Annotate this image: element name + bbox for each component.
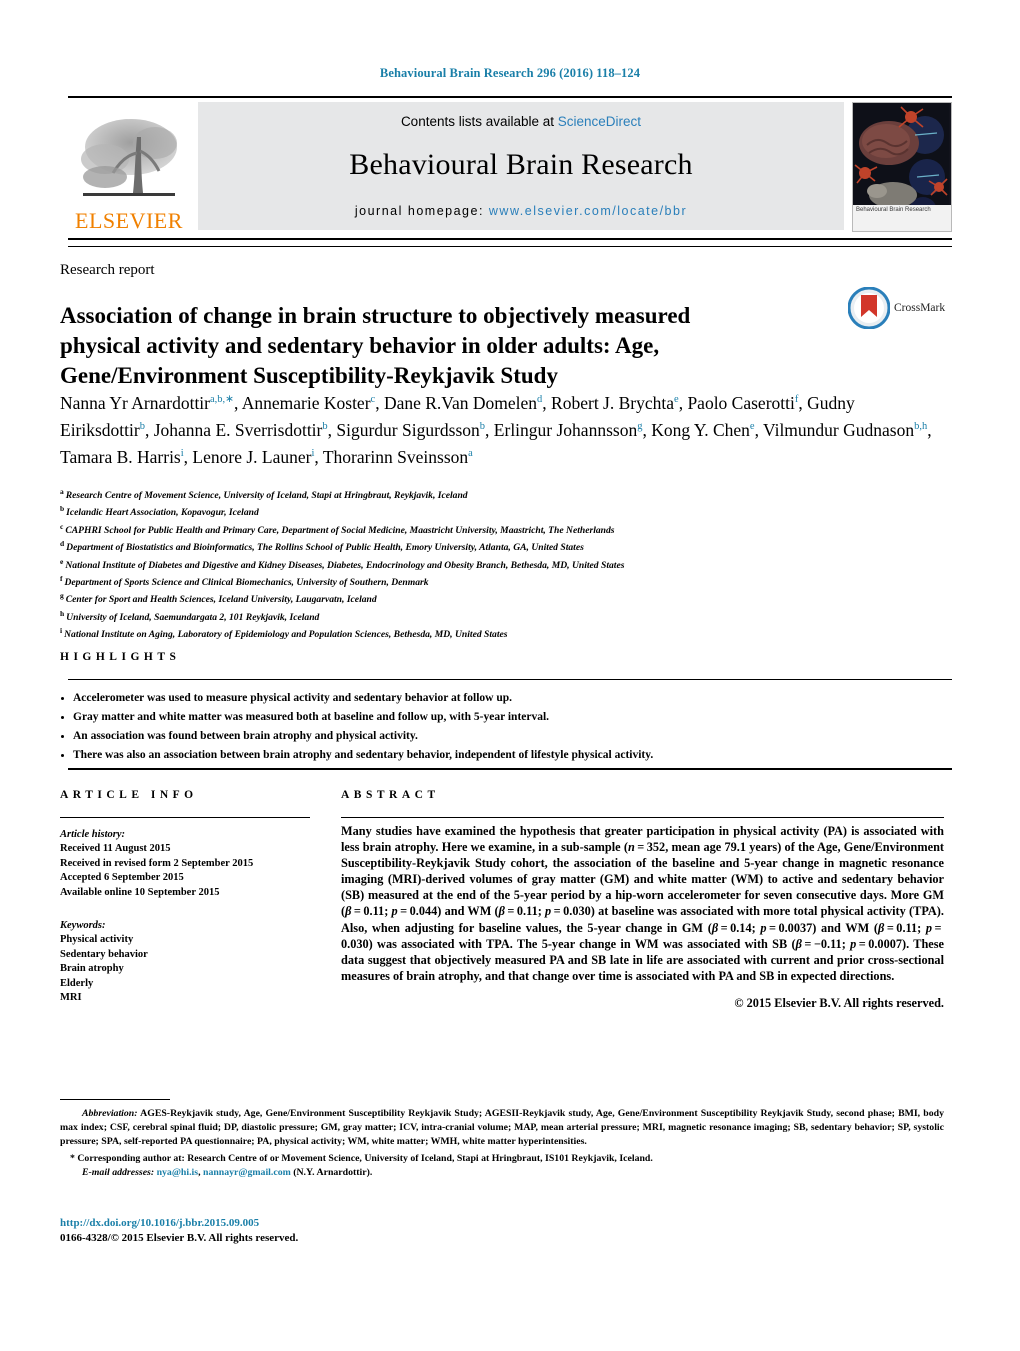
affiliation-item: g Center for Sport and Health Sciences, I… <box>60 589 940 606</box>
email-suffix: (N.Y. Arnardottir). <box>293 1167 373 1178</box>
affiliation-item: h University of Iceland, Saemundargata 2,… <box>60 607 940 624</box>
footnotes-block: Abbreviation: AGES-Reykjavik study, Age,… <box>60 1107 944 1180</box>
journal-title: Behavioural Brain Research <box>349 148 693 181</box>
masthead-bottom-rule <box>68 238 952 240</box>
highlight-item: Gray matter and white matter was measure… <box>73 709 944 726</box>
abstract-column: Many studies have examined the hypothesi… <box>341 823 944 1011</box>
journal-band: Contents lists available at ScienceDirec… <box>198 102 844 230</box>
highlight-item: Accelerometer was used to measure physic… <box>73 690 944 707</box>
affiliation-text: Icelandic Heart Association, Kopavogur, … <box>66 507 259 519</box>
article-history-item: Available online 10 September 2015 <box>60 886 220 898</box>
article-type-label: Research report <box>60 262 155 278</box>
article-history-item: Accepted 6 September 2015 <box>60 872 184 884</box>
highlights-items: Accelerometer was used to measure physic… <box>60 690 944 764</box>
homepage-prefix: journal homepage: <box>354 204 489 218</box>
keyword-item: Sedentary behavior <box>60 948 148 960</box>
article-info-heading: ARTICLE INFO <box>60 789 198 801</box>
highlight-item: There was also an association between br… <box>73 747 944 764</box>
journal-cover-thumbnail: Behavioural Brain Research <box>852 102 952 232</box>
crossmark-badge[interactable]: CrossMark <box>848 282 948 334</box>
affiliation-text: National Institute on Aging, Laboratory … <box>64 629 508 641</box>
affiliation-marker: h <box>60 608 65 618</box>
author-list: Nanna Yr Arnardottira,b,∗, Annemarie Kos… <box>60 392 932 467</box>
abbreviations-label: Abbreviation: <box>82 1108 138 1119</box>
email-link-secondary[interactable]: nannayr@gmail.com <box>203 1167 291 1178</box>
affiliation-item: a Research Centre of Movement Science, Un… <box>60 485 940 502</box>
abbreviations-note: Abbreviation: AGES-Reykjavik study, Age,… <box>60 1107 944 1149</box>
affiliation-marker: b <box>60 504 65 514</box>
affiliation-item: f Department of Sports Science and Clinic… <box>60 572 940 589</box>
page-title: Association of change in brain structure… <box>60 303 691 389</box>
abstract-body: Many studies have examined the hypothesi… <box>341 824 945 983</box>
affiliation-text: Center for Sport and Health Sciences, Ic… <box>65 594 377 606</box>
affiliation-marker: c <box>60 521 64 531</box>
issn-copyright-line: 0166-4328/© 2015 Elsevier B.V. All right… <box>60 1232 299 1244</box>
email-note: E-mail addresses: nya@hi.is, nannayr@gma… <box>60 1166 944 1180</box>
journal-homepage-line: journal homepage: www.elsevier.com/locat… <box>355 204 687 218</box>
affiliation-text: Department of Biostatistics and Bioinfor… <box>66 542 584 554</box>
affiliation-item: i National Institute on Aging, Laboratory… <box>60 624 940 641</box>
affiliation-item: e National Institute of Diabetes and Dige… <box>60 555 940 572</box>
affiliation-marker: i <box>60 626 63 636</box>
journal-article-page: Behavioural Brain Research 296 (2016) 11… <box>0 0 1020 1351</box>
doi-link[interactable]: http://dx.doi.org/10.1016/j.bbr.2015.09.… <box>60 1216 560 1231</box>
affiliation-text: CAPHRI School for Public Health and Prim… <box>65 524 615 536</box>
highlights-bottom-rule <box>68 768 952 770</box>
cover-caption: Behavioural Brain Research <box>853 205 951 231</box>
highlights-heading: HIGHLIGHTS <box>60 651 181 663</box>
corresponding-author-note: * Corresponding author at: Research Cent… <box>60 1152 944 1166</box>
keywords-label: Keywords: <box>60 920 106 932</box>
keywords-list: Physical activity Sedentary behavior Brain… <box>60 933 310 1005</box>
elsevier-tree-icon <box>81 119 177 196</box>
highlight-item: An association was found between brain a… <box>73 728 944 745</box>
affiliation-text: University of Iceland, Saemundargata 2, … <box>66 611 320 623</box>
abbreviations-text: AGES-Reykjavik study, Age, Gene/Environm… <box>60 1108 944 1147</box>
affiliation-text: Department of Sports Science and Clinica… <box>64 577 429 589</box>
highlights-top-rule <box>68 679 952 680</box>
email-link-primary[interactable]: nya@hi.is <box>157 1167 199 1178</box>
affiliation-item: d Department of Biostatistics and Bioinfo… <box>60 537 940 554</box>
affiliation-text: National Institute of Diabetes and Diges… <box>65 559 625 571</box>
affiliation-text: Research Centre of Movement Science, Uni… <box>65 490 468 502</box>
affiliation-marker: f <box>60 573 63 583</box>
elsevier-logo: ELSEVIER <box>68 102 190 234</box>
elsevier-wordmark: ELSEVIER <box>75 208 183 233</box>
article-history-label: Article history: <box>60 829 126 840</box>
abstract-rule <box>341 817 944 818</box>
keyword-item: Brain atrophy <box>60 963 124 975</box>
article-history-list: Received 11 August 2015 Received in revis… <box>60 842 310 900</box>
affiliation-item: c CAPHRI School for Public Health and Pri… <box>60 520 940 537</box>
affiliation-list: a Research Centre of Movement Science, Un… <box>60 485 940 642</box>
article-info-rule <box>60 817 310 818</box>
journal-masthead: ELSEVIER Contents lists available at Sci… <box>68 96 952 234</box>
footer-block: http://dx.doi.org/10.1016/j.bbr.2015.09.… <box>60 1216 560 1246</box>
footnote-rule <box>60 1099 170 1100</box>
email-label: E-mail addresses: <box>82 1167 155 1178</box>
affiliation-marker: e <box>60 556 64 566</box>
crossmark-icon[interactable] <box>848 287 890 329</box>
running-head: Behavioural Brain Research 296 (2016) 11… <box>379 66 641 80</box>
masthead-bottom-rule-thin <box>68 246 952 247</box>
affiliation-marker: a <box>60 487 64 496</box>
keyword-item: Elderly <box>60 977 94 989</box>
abstract-heading: ABSTRACT <box>341 789 440 801</box>
contents-list-line: Contents lists available at ScienceDirec… <box>401 114 641 129</box>
keyword-item: Physical activity <box>60 934 134 946</box>
abstract-copyright: © 2015 Elsevier B.V. All rights reserved… <box>734 995 944 1010</box>
article-info-column: Article history: Received 11 August 2015… <box>60 828 310 1005</box>
keyword-item: MRI <box>60 992 82 1004</box>
crossmark-label: CrossMark <box>894 302 946 314</box>
article-history-item: Received 11 August 2015 <box>60 843 171 855</box>
homepage-url-link[interactable]: www.elsevier.com/locate/bbr <box>489 204 687 218</box>
corresponding-author-text: Corresponding author at: Research Centre… <box>77 1153 653 1164</box>
highlights-list: Accelerometer was used to measure physic… <box>60 690 944 766</box>
affiliation-item: b Icelandic Heart Association, Kopavogur,… <box>60 502 940 519</box>
affiliation-marker: g <box>60 591 64 601</box>
affiliation-marker: d <box>60 539 65 549</box>
contents-prefix: Contents lists available at <box>400 114 558 129</box>
sciencedirect-link[interactable]: ScienceDirect <box>558 114 641 129</box>
article-history-item: Received in revised form 2 September 201… <box>60 857 254 869</box>
